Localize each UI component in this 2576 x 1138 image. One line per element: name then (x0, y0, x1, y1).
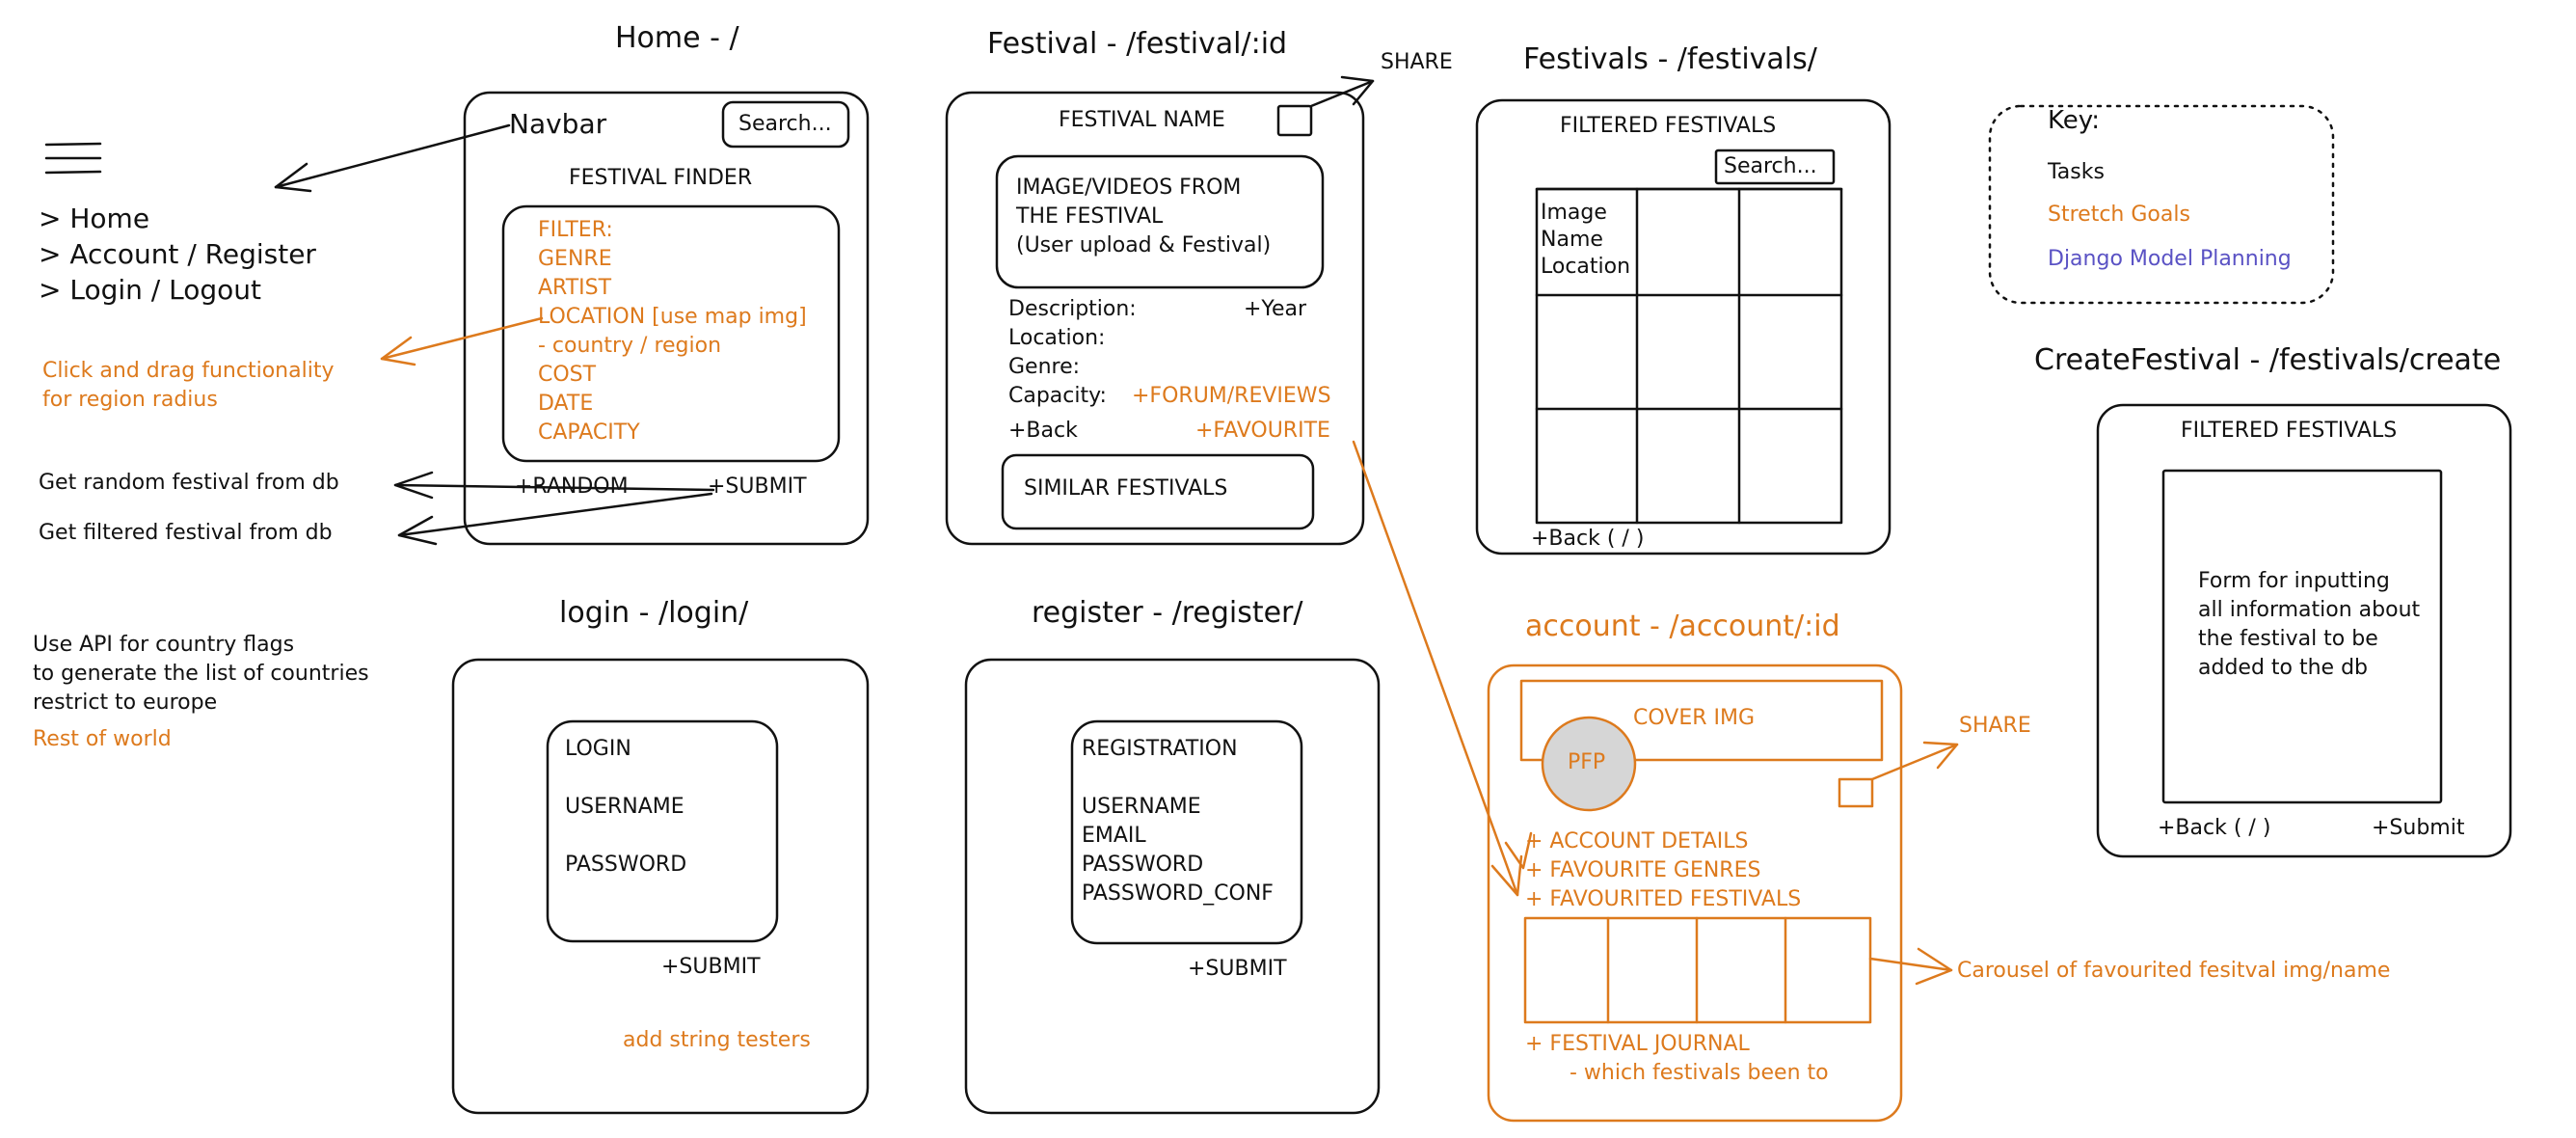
festival-similar[interactable]: SIMILAR FESTIVALS (1024, 476, 1227, 501)
create-form-line-1: Form for inputting (2198, 569, 2390, 593)
create-submit-button[interactable]: +Submit (2372, 816, 2464, 841)
home-submit-button[interactable]: +SUBMIT (708, 474, 807, 500)
login-title: login - /login/ (559, 596, 749, 630)
carousel-note: Carousel of favourited fesitval img/name (1957, 959, 2391, 983)
account-cover-label: COVER IMG (1633, 706, 1756, 730)
festivals-cell-name: Name (1541, 228, 1603, 252)
home-filter-genre[interactable]: GENRE (538, 247, 612, 272)
register-password-conf-field[interactable]: PASSWORD_CONF (1082, 881, 1274, 907)
festival-media-line-2: THE FESTIVAL (1016, 204, 1164, 229)
festival-share-square (1276, 104, 1313, 137)
key-tasks: Tasks (2048, 160, 2105, 184)
key-stretch-goals: Stretch Goals (2048, 203, 2190, 227)
menu-item-home[interactable]: > Home (39, 203, 149, 235)
festivals-filtered-heading: FILTERED FESTIVALS (1560, 114, 1777, 138)
festivals-cell-image: Image (1541, 201, 1607, 225)
note-click-drag-2: for region radius (42, 388, 218, 412)
festival-forum-link[interactable]: +FORUM/REVIEWS (1132, 384, 1331, 409)
festival-favourite-button[interactable]: +FAVOURITE (1195, 419, 1330, 444)
festival-name: FESTIVAL NAME (1059, 108, 1225, 132)
account-details[interactable]: + ACCOUNT DETAILS (1525, 829, 1748, 854)
create-form-line-2: all information about (2198, 598, 2421, 622)
note-random: Get random festival from db (39, 471, 339, 495)
create-form-line-4: added to the db (2198, 656, 2369, 680)
login-password-field[interactable]: PASSWORD (565, 853, 686, 878)
menu-item-login[interactable]: > Login / Logout (39, 274, 261, 307)
location-arrow (380, 316, 544, 366)
note-click-drag-1: Click and drag functionality (42, 359, 335, 383)
home-title: Home - / (615, 21, 739, 55)
account-genres[interactable]: + FAVOURITE GENRES (1525, 858, 1760, 883)
hamburger-menu-icon (44, 142, 102, 175)
home-filter-capacity[interactable]: CAPACITY (538, 420, 640, 446)
festivals-cell-location: Location (1541, 255, 1631, 279)
home-filter-artist[interactable]: ARTIST (538, 276, 611, 301)
register-title: register - /register/ (1032, 596, 1303, 630)
register-submit-button[interactable]: +SUBMIT (1188, 957, 1287, 982)
create-form-line-3: the festival to be (2198, 627, 2378, 651)
home-filter-date[interactable]: DATE (538, 392, 593, 417)
home-filter-country[interactable]: - country / region (538, 334, 721, 359)
home-filter-label: FILTER: (538, 218, 613, 242)
login-username-field[interactable]: USERNAME (565, 795, 684, 820)
create-back-button[interactable]: +Back ( / ) (2158, 816, 2270, 841)
festival-title: Festival - /festival/:id (987, 27, 1288, 61)
carousel-arrow (1868, 947, 1953, 986)
festivals-back-button[interactable]: +Back ( / ) (1531, 527, 1644, 552)
festivals-frame (1475, 98, 1892, 555)
note-api-2: to generate the list of countries (33, 662, 369, 686)
account-pfp-label[interactable]: PFP (1568, 750, 1605, 775)
key-title: Key: (2048, 106, 2101, 135)
account-share-label[interactable]: SHARE (1959, 714, 2031, 739)
festivals-title: Festivals - /festivals/ (1523, 42, 1817, 76)
account-journal-sub: - which festivals been to (1570, 1061, 1829, 1085)
account-journal[interactable]: + FESTIVAL JOURNAL (1525, 1032, 1750, 1057)
note-api-1: Use API for country flags (33, 633, 295, 657)
home-filter-location[interactable]: LOCATION [use map img] (538, 305, 807, 330)
festival-genre: Genre: (1008, 355, 1081, 379)
register-heading: REGISTRATION (1082, 737, 1238, 761)
home-search-input[interactable]: Search... (738, 112, 832, 137)
festival-capacity: Capacity: (1008, 384, 1107, 408)
home-festival-finder: FESTIVAL FINDER (569, 166, 753, 190)
login-testers-note: add string testers (623, 1028, 811, 1052)
navbar-to-menu-arrow (274, 123, 511, 193)
account-favourited[interactable]: + FAVOURITED FESTIVALS (1525, 887, 1801, 912)
account-share-arrow (1870, 741, 1959, 781)
create-title: CreateFestival - /festivals/create (2034, 343, 2502, 377)
register-email-field[interactable]: EMAIL (1082, 824, 1146, 849)
festival-back-button[interactable]: +Back (1008, 419, 1078, 444)
login-submit-button[interactable]: +SUBMIT (661, 955, 761, 980)
festival-description: Description: (1008, 297, 1137, 321)
home-filter-cost[interactable]: COST (538, 363, 596, 388)
login-heading: LOGIN (565, 737, 631, 761)
account-share-square (1838, 777, 1874, 808)
key-django: Django Model Planning (2048, 247, 2292, 271)
register-username-field[interactable]: USERNAME (1082, 795, 1201, 820)
account-title: account - /account/:id (1525, 610, 1840, 643)
note-filtered: Get filtered festival from db (39, 521, 333, 545)
home-navbar-label: Navbar (509, 108, 607, 140)
create-filtered-heading: FILTERED FESTIVALS (2181, 419, 2398, 443)
home-random-button[interactable]: +RANDOM (515, 474, 629, 500)
festival-year[interactable]: +Year (1244, 297, 1306, 322)
festival-share-label[interactable]: SHARE (1381, 50, 1453, 75)
register-password-field[interactable]: PASSWORD (1082, 853, 1203, 878)
favourites-carousel (1523, 916, 1872, 1024)
submit-arrow (397, 492, 713, 546)
festival-media-line-3: (User upload & Festival) (1016, 233, 1272, 257)
festival-media-line-1: IMAGE/VIDEOS FROM (1016, 176, 1242, 200)
note-api-3: restrict to europe (33, 691, 218, 715)
note-rest-of-world: Rest of world (33, 727, 172, 751)
festival-location: Location: (1008, 326, 1106, 350)
festivals-search-input[interactable]: Search... (1724, 154, 1817, 179)
menu-item-account[interactable]: > Account / Register (39, 238, 316, 271)
